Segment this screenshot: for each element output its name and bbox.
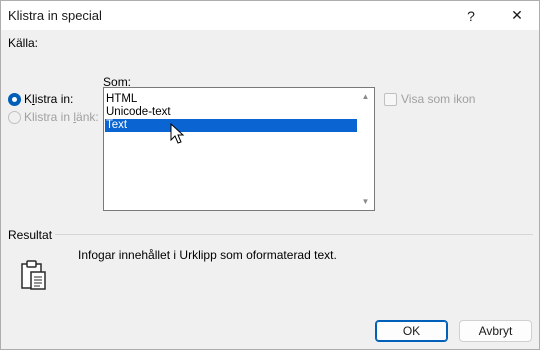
ok-button[interactable]: OK — [375, 320, 448, 342]
list-item-html[interactable]: HTML — [105, 93, 357, 106]
close-button[interactable]: ✕ — [497, 1, 537, 30]
mouse-cursor-icon — [170, 123, 185, 144]
clipboard-icon — [21, 260, 46, 290]
help-button[interactable]: ? — [451, 1, 491, 30]
cancel-button[interactable]: Avbryt — [459, 320, 532, 342]
paste-link-radio-label: Klistra in länk: — [24, 110, 99, 124]
source-label: Källa: — [8, 36, 39, 50]
radio-unchecked-icon — [8, 110, 21, 124]
list-scrollbar[interactable]: ▲ ▼ — [357, 88, 374, 210]
result-divider — [55, 234, 533, 235]
display-as-icon-checkbox[interactable]: Visa som ikon — [384, 92, 475, 106]
paste-radio[interactable]: Klistra in: — [8, 92, 73, 106]
scroll-up-arrow-icon[interactable]: ▲ — [357, 88, 374, 105]
list-item-unicode-text[interactable]: Unicode-text — [105, 106, 357, 119]
result-heading: Resultat — [8, 228, 53, 242]
list-item-text[interactable]: Text — [105, 119, 357, 132]
title-bar: Klistra in special ? ✕ — [1, 1, 539, 30]
radio-checked-icon — [8, 92, 21, 106]
display-as-icon-label: Visa som ikon — [401, 92, 476, 106]
paste-radio-label: Klistra in: — [24, 92, 74, 106]
scroll-down-arrow-icon[interactable]: ▼ — [357, 193, 374, 210]
paste-link-radio[interactable]: Klistra in länk: — [8, 110, 99, 124]
dialog-title: Klistra in special — [8, 8, 102, 23]
result-description: Infogar innehållet i Urklipp som oformat… — [78, 248, 337, 262]
checkbox-box — [384, 92, 397, 106]
format-listbox[interactable]: HTML Unicode-text Text ▲ ▼ — [103, 87, 375, 211]
paste-special-dialog: Klistra in special ? ✕ Källa: Klistra in… — [0, 0, 540, 350]
